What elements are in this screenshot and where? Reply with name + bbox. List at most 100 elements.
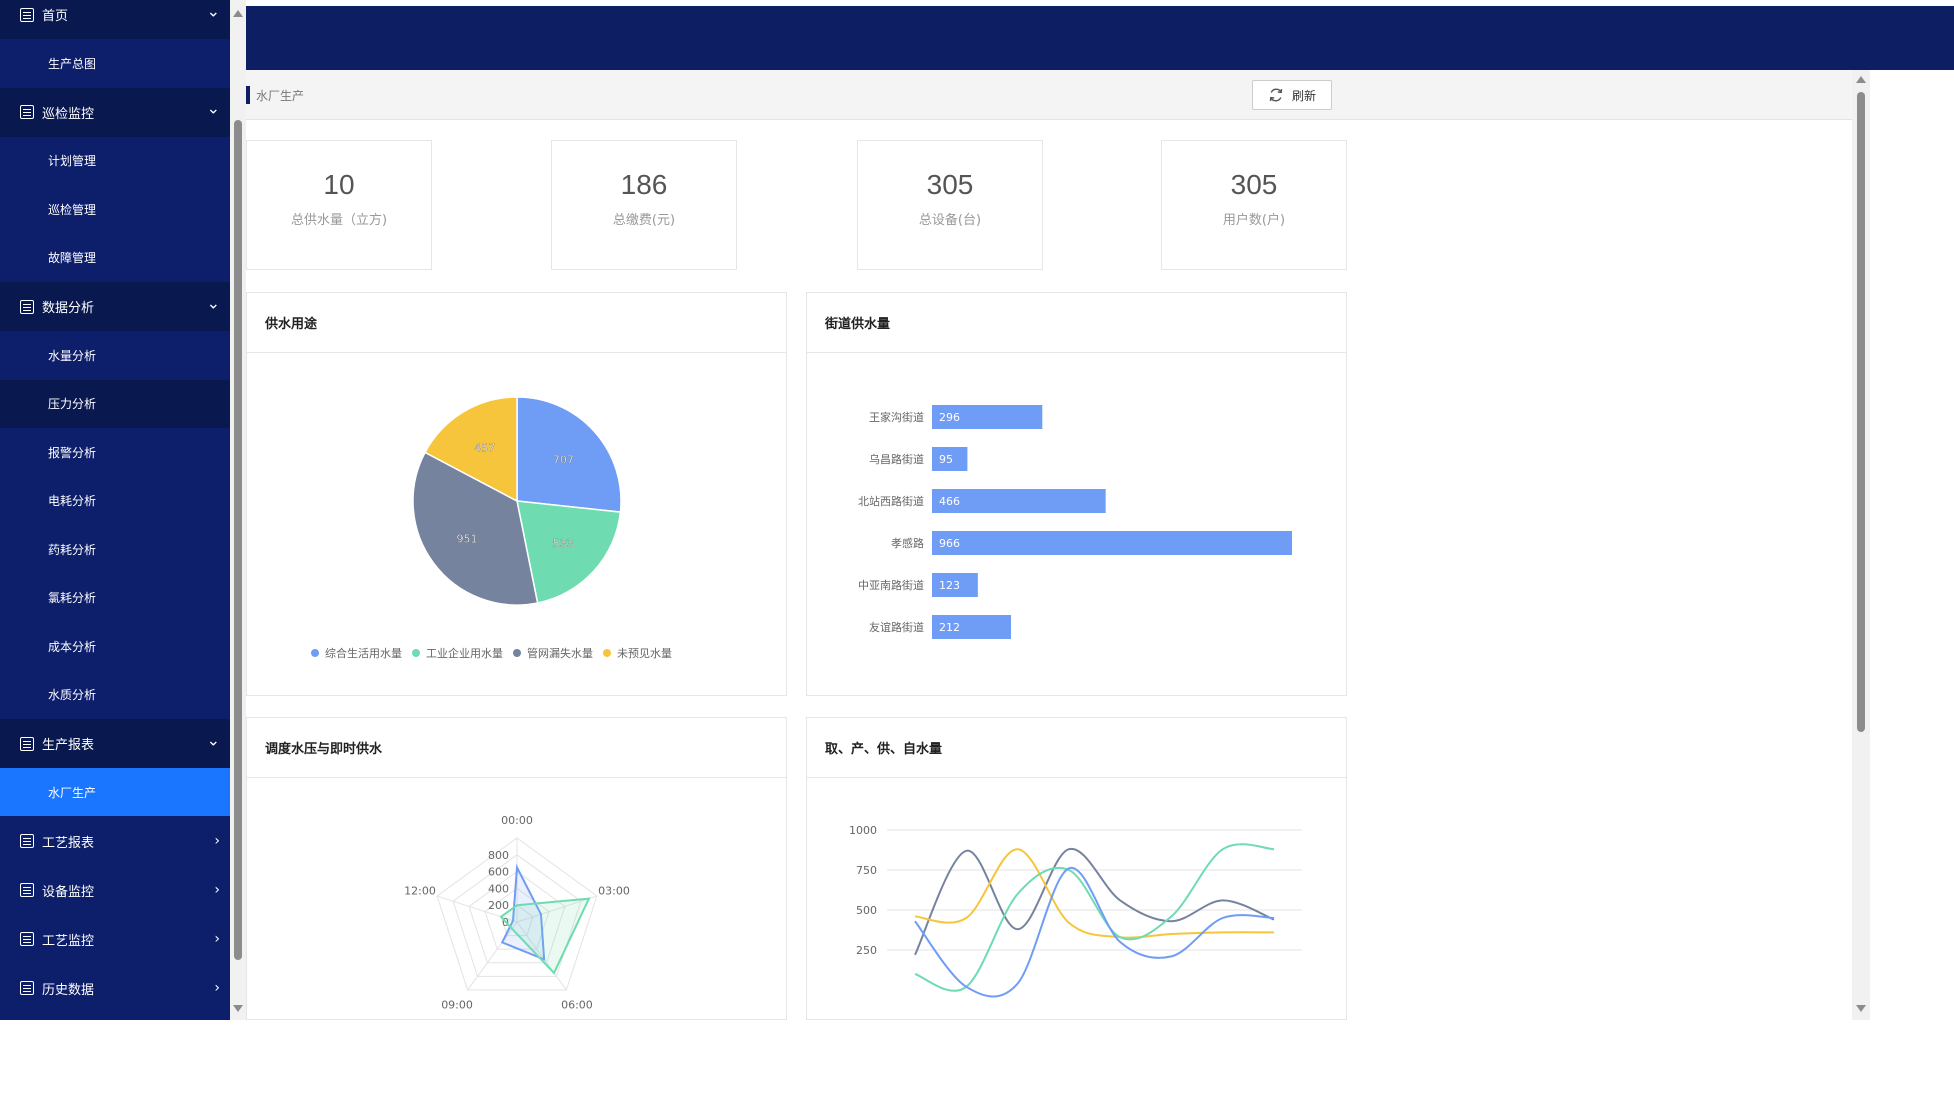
legend-label: 管网漏失水量 — [527, 646, 593, 660]
bar-category-label: 友谊路街道 — [869, 620, 924, 634]
scroll-down-arrow-icon[interactable] — [1856, 1005, 1866, 1012]
legend-marker — [311, 649, 319, 657]
sidebar-group-7[interactable]: 历史数据 › — [0, 963, 230, 1013]
top-header-bar — [246, 6, 1954, 70]
line-panel: 取、产、供、自水量 250 500 750 1000 — [806, 717, 1347, 1020]
bar-category-label: 孝感路 — [891, 537, 924, 550]
sidebar-item[interactable]: 电耗分析 — [0, 476, 230, 525]
sidebar-item[interactable]: 药耗分析 — [0, 525, 230, 573]
bar-value-label: 466 — [939, 495, 960, 508]
sidebar-group-6[interactable]: 工艺监控 › — [0, 914, 230, 964]
radar-indicator-label: 09:00 — [441, 999, 473, 1012]
sidebar-group-label: 数据分析 — [42, 301, 95, 316]
sidebar-item[interactable]: 氯耗分析 — [0, 573, 230, 622]
bar-value-label: 296 — [939, 411, 960, 424]
scroll-up-arrow-icon[interactable] — [1856, 76, 1866, 83]
sidebar-group-3[interactable]: 生产报表 ⌄ — [0, 719, 230, 768]
document-icon — [20, 883, 34, 897]
page-title: 水厂生产 — [256, 89, 305, 103]
legend-marker — [603, 649, 611, 657]
panel-title: 街道供水量 — [807, 293, 1346, 353]
bar-value-label: 95 — [939, 453, 953, 466]
bar-chart: 王家沟街道 296 乌昌路街道 95 北站西路街道 466 孝感路 966 中亚南路街道 123 友… — [858, 405, 1292, 639]
document-icon — [20, 299, 34, 314]
radar-chart: 00:0003:0006:0009:0012:000200400600800 — [404, 814, 630, 1012]
main-scrollbar[interactable] — [1852, 70, 1870, 1020]
sidebar-group-4[interactable]: 工艺报表 › — [0, 816, 230, 866]
radar-panel: 调度水压与即时供水 00:00 03:00 06:00 09:00 12:00 0 200 4… — [246, 717, 787, 1020]
pie-slice-label: 457 — [474, 442, 495, 455]
panel-title: 取、产、供、自水量 — [807, 718, 1346, 778]
pie-slice-label: 951 — [457, 532, 478, 545]
scrollbar-thumb[interactable] — [1857, 92, 1865, 732]
radar-tick-label: 800 — [488, 849, 509, 862]
sidebar-item[interactable]: 成本分析 — [0, 622, 230, 670]
stat-card-user-count: 305 用户数(户) — [1161, 140, 1347, 270]
y-tick-label: 250 — [856, 944, 877, 957]
sidebar-group-1[interactable]: 巡检监控 ⌄ — [0, 87, 230, 137]
line-chart: 250 500 750 1000 — [849, 824, 1302, 998]
bar-category-label: 王家沟街道 — [869, 410, 924, 424]
sidebar-item[interactable]: 巡检管理 — [0, 185, 230, 233]
bar-category-label: 北站西路街道 — [858, 494, 924, 508]
sidebar-item[interactable]: 生产总图 — [0, 39, 230, 87]
sidebar-item[interactable]: 水质分析 — [0, 670, 230, 719]
sidebar-group-label: 生产报表 — [42, 738, 95, 753]
sidebar-group-label: 首页 — [42, 9, 69, 24]
sidebar-item[interactable]: 计划管理 — [0, 136, 230, 185]
sidebar-item[interactable]: 故障管理 — [0, 233, 230, 282]
scroll-up-arrow-icon[interactable] — [233, 10, 243, 17]
stat-card-total-payment: 186 总缴费(元) — [551, 140, 737, 270]
radar-indicator-label: 03:00 — [598, 884, 630, 897]
stat-value: 186 — [620, 169, 668, 200]
bar — [932, 531, 1292, 555]
radar-indicator-label: 06:00 — [561, 999, 593, 1012]
stat-label: 总设备(台) — [918, 213, 982, 228]
document-icon — [20, 7, 34, 22]
sidebar-group-label: 巡检监控 — [42, 106, 95, 122]
chevron-down-icon: ⌄ — [206, 293, 220, 313]
page-titlebar: 水厂生产 刷新 — [246, 70, 1852, 120]
legend-label: 综合生活用水量 — [325, 646, 402, 660]
pie-chart: 707 533 951 457 综合生活用水量 工业企业用水量 管网漏失水量 未预见水量 — [311, 396, 672, 660]
sidebar-group-label: 工艺报表 — [42, 835, 95, 851]
sidebar-group-0[interactable]: 首页 ⌄ — [0, 0, 230, 39]
stat-card-total-devices: 305 总设备(台) — [857, 140, 1043, 270]
chevron-down-icon: ⌄ — [206, 98, 220, 118]
stat-label: 用户数(户) — [1222, 213, 1286, 228]
scroll-down-arrow-icon[interactable] — [233, 1005, 243, 1012]
sidebar-item[interactable]: 压力分析 — [0, 379, 230, 428]
document-icon — [20, 981, 34, 995]
refresh-label: 刷新 — [1291, 88, 1316, 103]
refresh-icon — [1269, 88, 1283, 102]
chevron-right-icon: › — [214, 980, 220, 996]
stat-label: 总供水量（立方) — [290, 213, 388, 228]
sidebar-group-5[interactable]: 设备监控 › — [0, 865, 230, 915]
document-icon — [20, 105, 34, 119]
chevron-right-icon: › — [214, 882, 220, 898]
legend-label: 未预见水量 — [617, 647, 672, 660]
stat-value: 10 — [323, 169, 355, 200]
chevron-down-icon: ⌄ — [206, 1, 220, 21]
sidebar-item[interactable]: 水量分析 — [0, 331, 230, 379]
line-series — [914, 843, 1275, 992]
bar-category-label: 乌昌路街道 — [869, 452, 924, 466]
sidebar-item[interactable]: 报警分析 — [0, 428, 230, 476]
document-icon — [20, 736, 34, 751]
panel-title: 调度水压与即时供水 — [247, 718, 786, 778]
legend-marker — [513, 649, 521, 657]
legend-label: 工业企业用水量 — [426, 646, 503, 660]
sidebar-scrollbar[interactable] — [230, 0, 246, 1020]
y-tick-label: 500 — [856, 904, 877, 917]
sidebar-item[interactable]: 水厂生产 — [0, 768, 230, 816]
sidebar: 首页 ⌄ 生产总图巡检监控 ⌄ 计划管理 巡检管理 故障管理数据分析 ⌄ 水量分析 压力分析 报警分… — [0, 0, 230, 1020]
chevron-right-icon: › — [214, 833, 220, 849]
stat-value: 305 — [1230, 169, 1278, 200]
scrollbar-thumb[interactable] — [234, 120, 242, 960]
sidebar-group-2[interactable]: 数据分析 ⌄ — [0, 282, 230, 331]
radar-indicator-label: 00:00 — [501, 814, 533, 827]
line-series — [914, 848, 1275, 939]
bar-value-label: 966 — [939, 537, 960, 550]
bar-value-label: 212 — [939, 621, 960, 634]
refresh-button[interactable]: 刷新 — [1252, 80, 1332, 110]
